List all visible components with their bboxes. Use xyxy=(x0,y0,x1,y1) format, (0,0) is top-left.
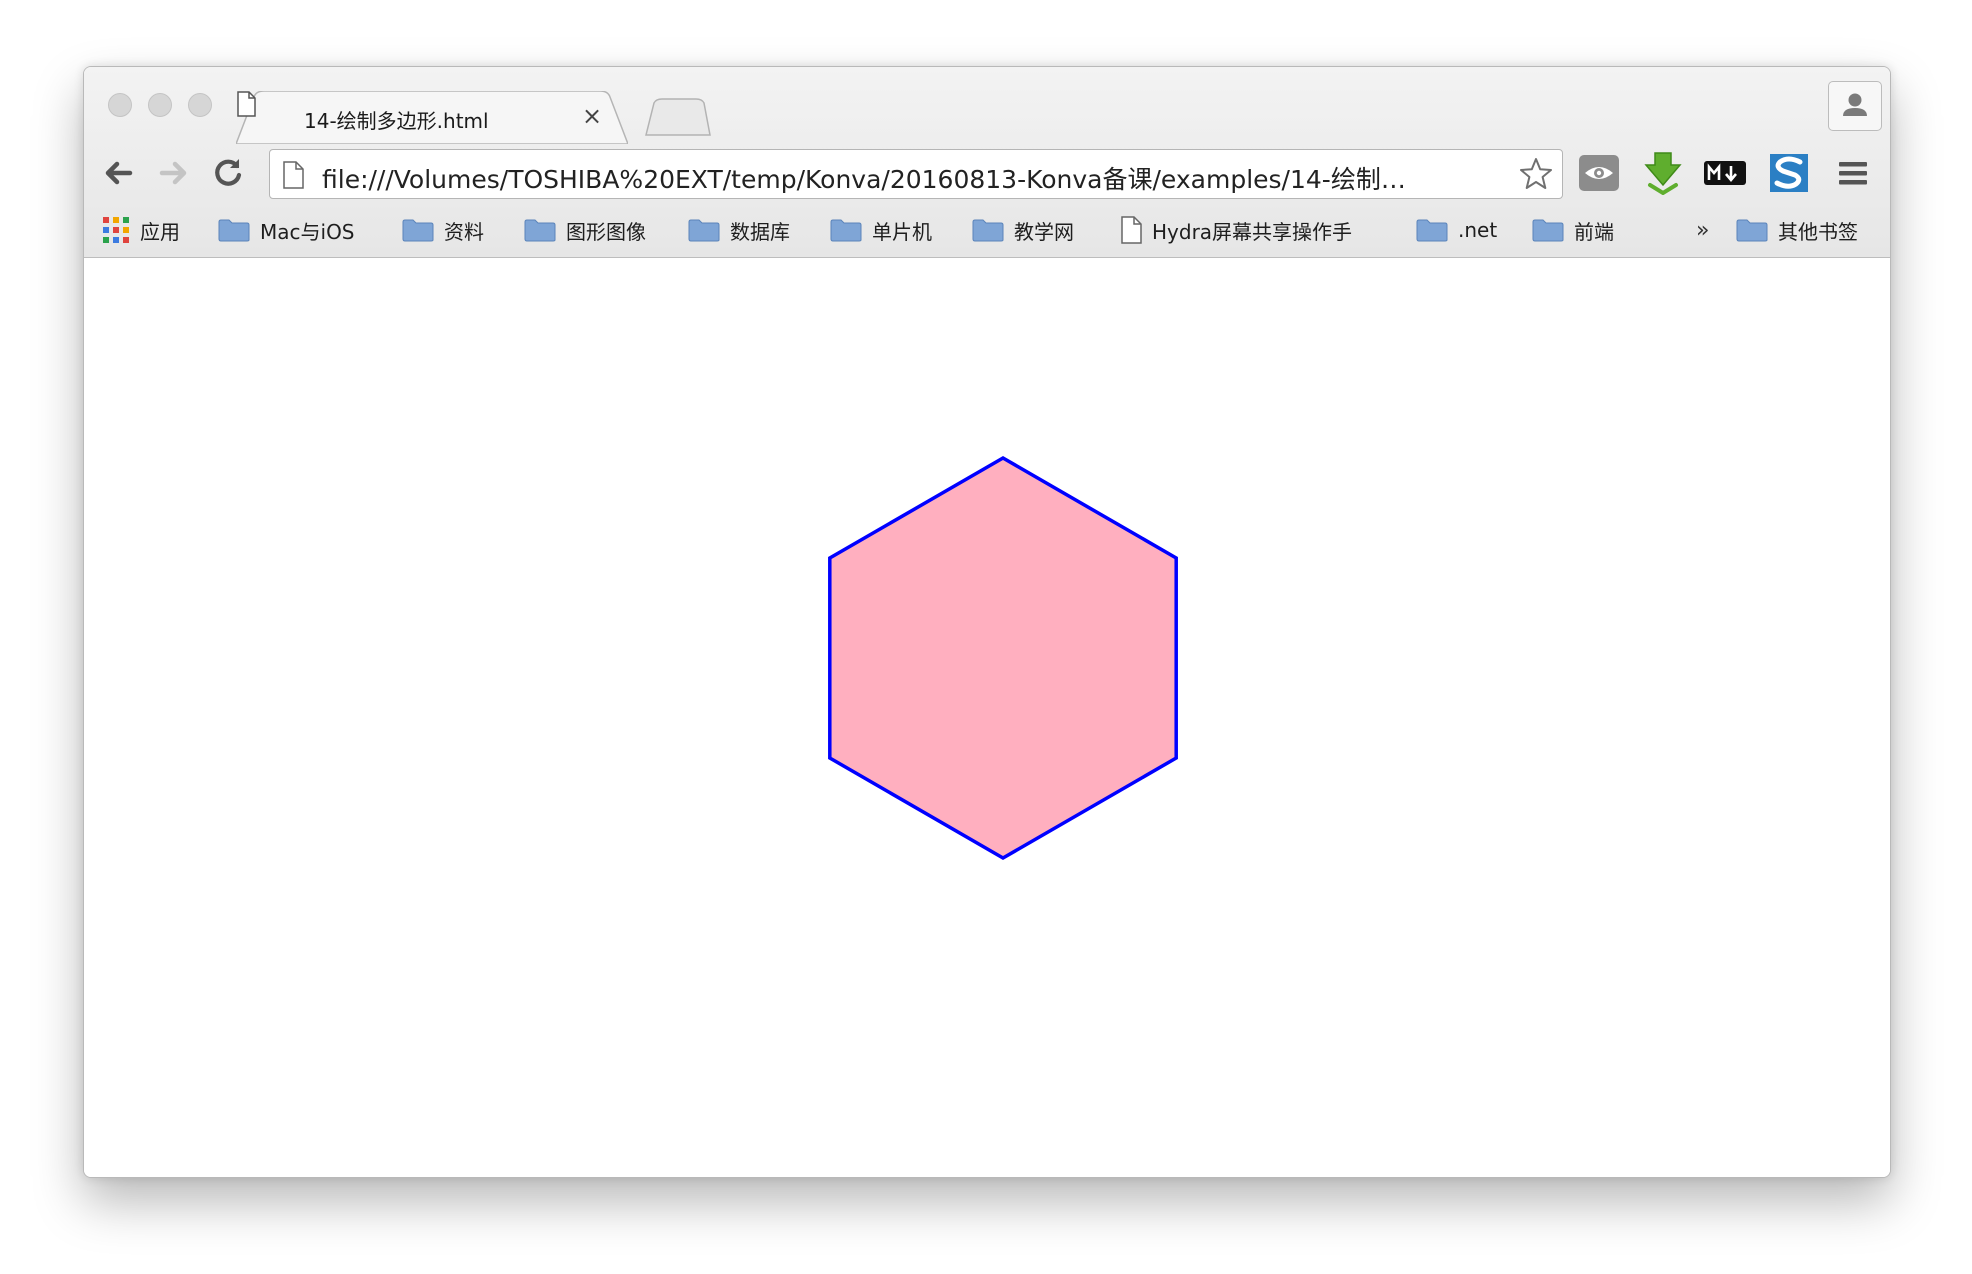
folder-icon xyxy=(402,219,434,242)
apps-shortcut[interactable]: 应用 xyxy=(102,215,180,245)
bookmark-folder-mcu[interactable]: 单片机 xyxy=(830,215,932,245)
bookmark-label: 应用 xyxy=(140,219,180,244)
bookmark-folder-database[interactable]: 数据库 xyxy=(688,215,790,245)
konva-canvas xyxy=(828,455,1178,861)
markdown-extension-icon[interactable] xyxy=(1702,151,1748,195)
folder-icon xyxy=(972,219,1004,242)
minimize-window-button[interactable] xyxy=(148,93,172,117)
profile-button[interactable] xyxy=(1828,81,1882,131)
zoom-window-button[interactable] xyxy=(188,93,212,117)
close-window-button[interactable] xyxy=(108,93,132,117)
bookmark-folder-dotnet[interactable]: .net xyxy=(1416,215,1497,245)
menu-icon[interactable] xyxy=(1830,151,1876,195)
url-text[interactable]: file:///Volumes/TOSHIBA%20EXT/temp/Konva… xyxy=(322,160,1502,196)
bookmark-folder-frontend[interactable]: 前端 xyxy=(1532,215,1614,245)
bookmarks-overflow-chevron[interactable]: » xyxy=(1696,215,1709,245)
page-content xyxy=(84,258,1890,1177)
eye-extension-icon[interactable] xyxy=(1576,151,1622,195)
bookmark-label: 其他书签 xyxy=(1778,219,1858,244)
document-icon xyxy=(237,91,256,117)
bookmark-label: 教学网 xyxy=(1014,219,1074,244)
bookmark-folder-graphics[interactable]: 图形图像 xyxy=(524,215,646,245)
back-arrow-icon[interactable] xyxy=(98,153,138,193)
browser-chrome: 14-绘制多边形.html × file:///Volumes/TOSHIBA%… xyxy=(84,67,1890,258)
page-icon xyxy=(283,161,304,189)
reload-icon[interactable] xyxy=(208,153,248,193)
download-arrow-extension-icon[interactable] xyxy=(1640,151,1686,195)
hexagon-shape xyxy=(828,455,1178,861)
address-bar[interactable]: file:///Volumes/TOSHIBA%20EXT/temp/Konva… xyxy=(269,149,1563,199)
folder-icon xyxy=(1736,219,1768,242)
bookmark-label: 数据库 xyxy=(730,219,790,244)
bookmark-label: .net xyxy=(1458,218,1498,242)
page-icon xyxy=(1121,216,1142,244)
folder-icon xyxy=(218,219,250,242)
bookmarks-bar: 应用 Mac与iOS 资料 图形图像 数据库 单片机 教学网 Hydra屏幕共享… xyxy=(84,203,1890,257)
folder-icon xyxy=(688,219,720,242)
bookmark-label: 资料 xyxy=(444,219,484,244)
person-icon xyxy=(1843,93,1867,116)
bookmark-folder-ziliao[interactable]: 资料 xyxy=(402,215,484,245)
active-tab[interactable]: 14-绘制多边形.html × xyxy=(236,91,628,144)
bookmark-folder-other[interactable]: 其他书签 xyxy=(1736,215,1858,245)
bookmark-hydra[interactable]: Hydra屏幕共享操作手 xyxy=(1120,215,1384,245)
browser-window: 14-绘制多边形.html × file:///Volumes/TOSHIBA%… xyxy=(83,66,1891,1178)
bookmark-label: 图形图像 xyxy=(566,219,646,244)
bookmark-folder-teaching[interactable]: 教学网 xyxy=(972,215,1074,245)
bookmark-folder-mac-ios[interactable]: Mac与iOS xyxy=(218,215,355,245)
s-logo-extension-icon[interactable] xyxy=(1766,151,1812,195)
folder-icon xyxy=(830,219,862,242)
bookmark-label: 前端 xyxy=(1574,219,1614,244)
bookmark-label: 单片机 xyxy=(872,219,932,244)
tab-close-icon[interactable]: × xyxy=(582,102,602,130)
forward-arrow-icon[interactable] xyxy=(154,153,194,193)
folder-icon xyxy=(524,219,556,242)
toolbar: file:///Volumes/TOSHIBA%20EXT/temp/Konva… xyxy=(84,143,1890,203)
folder-icon xyxy=(1416,219,1448,242)
bookmark-label: Mac与iOS xyxy=(260,219,355,244)
bookmark-star-icon[interactable] xyxy=(1518,156,1554,192)
folder-icon xyxy=(1532,219,1564,242)
new-tab-button[interactable] xyxy=(644,97,712,137)
bookmark-label: Hydra屏幕共享操作手 xyxy=(1152,219,1353,244)
apps-grid-icon xyxy=(103,217,129,243)
tab-title: 14-绘制多边形.html xyxy=(304,109,489,133)
